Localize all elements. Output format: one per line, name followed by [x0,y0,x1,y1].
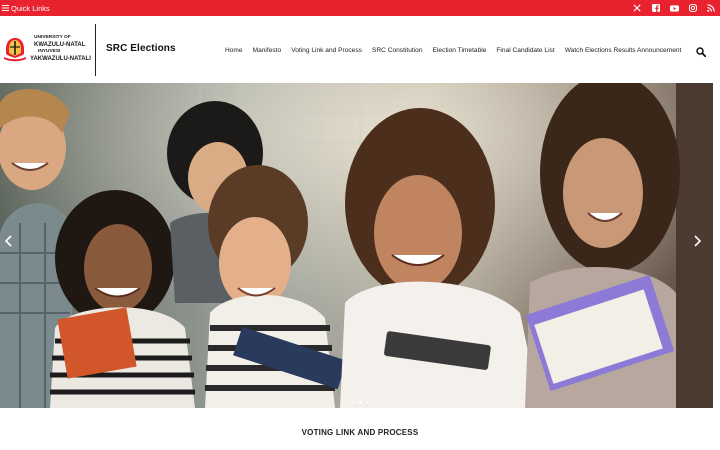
site-title[interactable]: SRC Elections [106,43,176,54]
instagram-icon[interactable] [688,3,698,13]
logo-text-line2: KWAZULU-NATAL [34,42,86,48]
top-bar: Quick Links [0,0,720,16]
youtube-icon[interactable] [669,3,679,13]
nav-item-watch-results[interactable]: Watch Elections Results Announcement [565,47,682,54]
hero-image [0,83,713,408]
rss-icon[interactable] [706,3,716,13]
slider-prev-button[interactable] [4,235,18,255]
slider-next-button[interactable] [694,235,708,255]
nav-item-final-candidate-list[interactable]: Final Candidate List [496,47,554,54]
slider-dot[interactable] [366,401,369,404]
logo-text-line1: UNIVERSITY OF [34,35,71,40]
search-icon[interactable] [696,44,707,58]
slider-dots [350,401,371,404]
logo-text-line3: INYUVESI [38,49,61,54]
chevron-left-icon [4,235,12,247]
nav-item-home[interactable]: Home [225,47,243,54]
logo-text-line4: YAKWAZULU-NATALI [30,56,91,62]
slider-dot[interactable] [352,401,355,404]
nav-item-src-constitution[interactable]: SRC Constitution [372,47,423,54]
logo-divider [95,24,96,76]
chevron-right-icon [694,235,702,247]
section-title: VOTING LINK AND PROCESS [301,428,419,437]
nav-item-manifesto[interactable]: Manifesto [253,47,282,54]
social-links [624,2,717,14]
main-nav: Home Manifesto Voting Link and Process S… [220,44,686,56]
hero-slider [0,83,713,408]
menu-icon [2,5,9,11]
university-logo[interactable]: UNIVERSITY OF KWAZULU-NATAL INYUVESI YAK… [4,34,92,66]
quick-links-button[interactable]: Quick Links [2,2,50,14]
facebook-icon[interactable] [651,3,661,13]
quick-links-label: Quick Links [11,3,50,13]
nav-item-election-timetable[interactable]: Election Timetable [433,47,487,54]
x-twitter-icon[interactable] [632,3,642,13]
university-crest-icon [4,38,26,62]
site-header: UNIVERSITY OF KWAZULU-NATAL INYUVESI YAK… [0,16,720,83]
slider-dot-active[interactable] [359,401,362,404]
nav-item-voting-link-and-process[interactable]: Voting Link and Process [291,47,362,54]
